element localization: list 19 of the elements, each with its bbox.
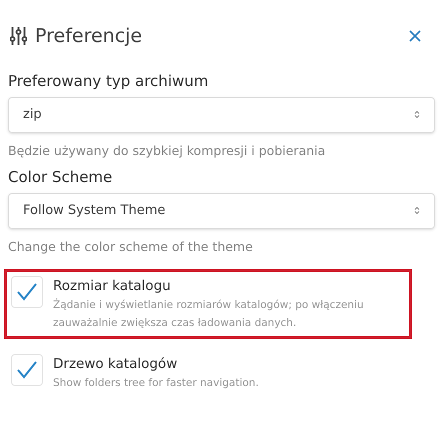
check-icon <box>17 282 37 300</box>
help-text: Będzie używany do szybkiej kompresji i pobierania <box>8 142 326 160</box>
chevron-icon <box>414 206 420 216</box>
option-description: Show folders tree for faster navigation. <box>53 376 259 391</box>
help-text: Change the color scheme of the theme <box>8 238 254 256</box>
window-title: Preferencje <box>35 24 142 49</box>
field-label: Color Scheme <box>8 167 114 188</box>
chevron-icon <box>414 110 420 119</box>
option-title: Rozmiar katalogu <box>53 276 172 296</box>
checkbox[interactable] <box>11 354 43 386</box>
sliders-icon <box>10 26 27 46</box>
field-label: Preferowany typ archiwum <box>8 71 210 92</box>
close-icon[interactable] <box>409 30 421 42</box>
check-icon <box>17 360 37 379</box>
select-field[interactable]: zip <box>8 96 435 132</box>
checkbox[interactable] <box>11 276 43 308</box>
option-description: Żądanie i wyświetlanie rozmiarów katalogów; po włączeniu zauważalnie zwiększa czas ładowania danych. <box>53 297 365 331</box>
select-field[interactable]: Follow System Theme <box>8 192 435 229</box>
option-title: Drzewo katalogów <box>53 354 178 374</box>
